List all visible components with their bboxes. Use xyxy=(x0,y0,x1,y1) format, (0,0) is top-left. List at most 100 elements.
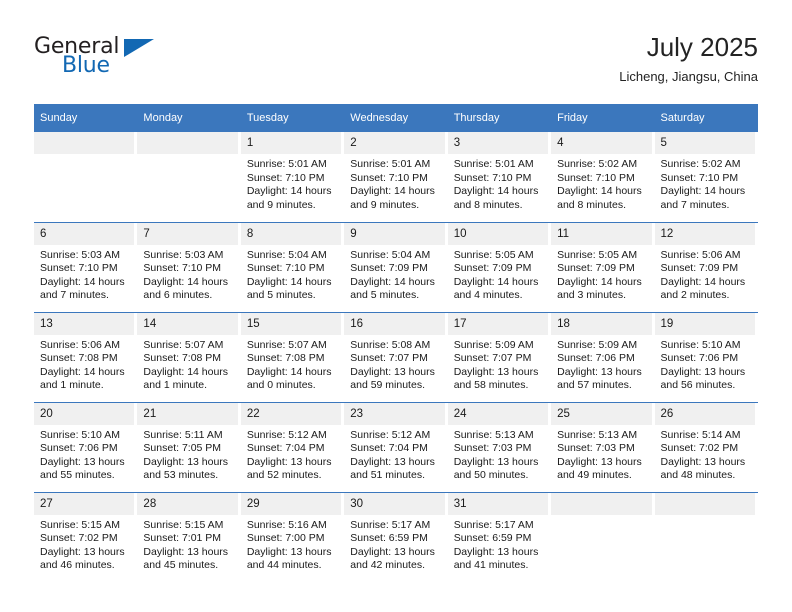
calendar-day-cell[interactable]: 19 Sunrise: 5:10 AM Sunset: 7:06 PM Dayligh… xyxy=(654,311,758,402)
calendar-day-cell[interactable]: 12 Sunrise: 5:06 AM Sunset: 7:09 PM Dayligh… xyxy=(654,221,758,312)
sunset-text: Sunset: 7:06 PM xyxy=(660,352,739,365)
calendar-day-cell[interactable]: 21 Sunrise: 5:11 AM Sunset: 7:05 PM Dayligh… xyxy=(137,401,241,492)
day-details: Sunrise: 5:15 AM Sunset: 7:02 PM Daylight:… xyxy=(34,515,137,573)
calendar-day-cell[interactable]: 28 Sunrise: 5:15 AM Sunset: 7:01 PM Dayligh… xyxy=(137,491,241,582)
calendar-day-cell[interactable]: 30 Sunrise: 5:17 AM Sunset: 6:59 PM Dayligh… xyxy=(344,491,448,582)
sunrise-text: Sunrise: 5:03 AM xyxy=(40,248,120,261)
day-details xyxy=(551,515,654,519)
sunset-text: Sunset: 6:59 PM xyxy=(453,532,532,545)
weekday-header-friday: Friday xyxy=(551,104,655,132)
sunrise-text: Sunrise: 5:04 AM xyxy=(246,248,327,261)
day-cell-inner xyxy=(654,492,758,583)
daylight-text: Daylight: 13 hours xyxy=(453,455,539,468)
day-number xyxy=(551,492,652,515)
day-details: Sunrise: 5:13 AM Sunset: 7:03 PM Daylight:… xyxy=(551,425,654,483)
calendar-day-cell[interactable]: 17 Sunrise: 5:09 AM Sunset: 7:07 PM Dayligh… xyxy=(447,311,552,402)
daylight-text: Daylight: 14 hours xyxy=(660,275,746,288)
calendar-day-cell[interactable]: 13 Sunrise: 5:06 AM Sunset: 7:08 PM Dayligh… xyxy=(34,311,138,402)
calendar-day-cell[interactable]: 27 Sunrise: 5:15 AM Sunset: 7:02 PM Dayligh… xyxy=(34,491,138,582)
calendar-day-cell[interactable]: 22 Sunrise: 5:12 AM Sunset: 7:04 PM Dayligh… xyxy=(240,401,345,492)
sunset-text: Sunset: 7:10 PM xyxy=(246,262,325,275)
day-details: Sunrise: 5:12 AM Sunset: 7:04 PM Daylight:… xyxy=(344,425,447,483)
day-cell-inner: 31 Sunrise: 5:17 AM Sunset: 6:59 PM Dayligh… xyxy=(447,492,551,583)
day-details: Sunrise: 5:01 AM Sunset: 7:10 PM Daylight:… xyxy=(241,154,344,212)
sunrise-text: Sunrise: 5:03 AM xyxy=(143,248,224,261)
sunrise-text: Sunrise: 5:08 AM xyxy=(350,338,431,351)
calendar-day-cell[interactable]: 8 Sunrise: 5:04 AM Sunset: 7:10 PM Daylight… xyxy=(240,221,345,312)
daylight-text: Daylight: 14 hours xyxy=(557,275,642,288)
calendar-day-cell[interactable]: 4 Sunrise: 5:02 AM Sunset: 7:10 PM Daylight… xyxy=(551,132,654,222)
calendar-day-cell-empty xyxy=(654,491,758,583)
sunrise-text: Sunrise: 5:14 AM xyxy=(660,428,741,441)
day-number: 14 xyxy=(137,312,238,335)
daylight-text: and 9 minutes. xyxy=(350,198,420,211)
calendar-day-cell[interactable]: 18 Sunrise: 5:09 AM Sunset: 7:06 PM Dayligh… xyxy=(551,311,655,402)
calendar-day-cell[interactable]: 1 Sunrise: 5:01 AM Sunset: 7:10 PM Daylight… xyxy=(240,132,344,222)
daylight-text: and 0 minutes. xyxy=(246,379,316,392)
daylight-text: and 4 minutes. xyxy=(453,289,523,302)
weekday-header-saturday: Saturday xyxy=(654,104,758,132)
day-number: 29 xyxy=(240,492,342,515)
calendar-day-cell[interactable]: 10 Sunrise: 5:05 AM Sunset: 7:09 PM Dayligh… xyxy=(447,221,552,312)
calendar-day-cell[interactable]: 9 Sunrise: 5:04 AM Sunset: 7:09 PM Daylight… xyxy=(344,221,448,312)
sunrise-text: Sunrise: 5:02 AM xyxy=(660,158,741,170)
sunrise-text: Sunrise: 5:02 AM xyxy=(557,158,638,170)
general-blue-logo[interactable]: General Blue xyxy=(34,34,164,86)
daylight-text: Daylight: 14 hours xyxy=(660,185,746,198)
day-cell-inner xyxy=(34,132,137,222)
daylight-text: and 49 minutes. xyxy=(557,469,632,482)
day-cell-inner: 3 Sunrise: 5:01 AM Sunset: 7:10 PM Daylight… xyxy=(447,132,551,222)
daylight-text: Daylight: 13 hours xyxy=(453,545,539,558)
calendar-day-cell[interactable]: 2 Sunrise: 5:01 AM Sunset: 7:10 PM Daylight… xyxy=(344,132,447,222)
calendar-day-cell[interactable]: 15 Sunrise: 5:07 AM Sunset: 7:08 PM Dayligh… xyxy=(240,311,345,402)
calendar-day-cell[interactable]: 3 Sunrise: 5:01 AM Sunset: 7:10 PM Daylight… xyxy=(447,132,551,222)
calendar-day-cell[interactable]: 14 Sunrise: 5:07 AM Sunset: 7:08 PM Dayligh… xyxy=(137,311,241,402)
calendar-day-cell-empty xyxy=(34,132,137,222)
day-details: Sunrise: 5:16 AM Sunset: 7:00 PM Daylight:… xyxy=(241,515,344,573)
calendar-table: Sunday Monday Tuesday Wednesday Thursday Frid… xyxy=(34,104,758,582)
sunset-text: Sunset: 7:03 PM xyxy=(557,442,635,455)
daylight-text: Daylight: 14 hours xyxy=(453,275,539,288)
calendar-day-cell[interactable]: 20 Sunrise: 5:10 AM Sunset: 7:06 PM Dayligh… xyxy=(34,401,138,492)
day-details: Sunrise: 5:11 AM Sunset: 7:05 PM Daylight:… xyxy=(137,425,240,483)
sunset-text: Sunset: 7:06 PM xyxy=(557,352,635,365)
calendar-day-cell[interactable]: 16 Sunrise: 5:08 AM Sunset: 7:07 PM Dayligh… xyxy=(344,311,448,402)
sunset-text: Sunset: 7:10 PM xyxy=(246,171,325,184)
daylight-text: Daylight: 13 hours xyxy=(557,455,642,468)
calendar-day-cell[interactable]: 24 Sunrise: 5:13 AM Sunset: 7:03 PM Dayligh… xyxy=(447,401,552,492)
calendar-day-cell[interactable]: 6 Sunrise: 5:03 AM Sunset: 7:10 PM Daylight… xyxy=(34,221,138,312)
day-cell-inner: 15 Sunrise: 5:07 AM Sunset: 7:08 PM Dayligh… xyxy=(240,312,344,402)
calendar-day-cell[interactable]: 5 Sunrise: 5:02 AM Sunset: 7:10 PM Daylight… xyxy=(654,132,758,222)
calendar-day-cell[interactable]: 23 Sunrise: 5:12 AM Sunset: 7:04 PM Dayligh… xyxy=(344,401,448,492)
daylight-text: and 53 minutes. xyxy=(143,469,219,482)
calendar-day-cell[interactable]: 31 Sunrise: 5:17 AM Sunset: 6:59 PM Dayligh… xyxy=(447,491,552,583)
sunrise-text: Sunrise: 5:12 AM xyxy=(350,428,431,441)
sunset-text: Sunset: 7:01 PM xyxy=(143,532,222,545)
sunrise-text: Sunrise: 5:01 AM xyxy=(246,158,327,170)
sunset-text: Sunset: 7:10 PM xyxy=(143,262,222,275)
daylight-text: and 46 minutes. xyxy=(40,559,115,572)
sunset-text: Sunset: 7:02 PM xyxy=(660,442,739,455)
calendar-day-cell[interactable]: 11 Sunrise: 5:05 AM Sunset: 7:09 PM Dayligh… xyxy=(551,221,655,312)
day-details: Sunrise: 5:04 AM Sunset: 7:09 PM Daylight:… xyxy=(344,245,447,303)
calendar-day-cell[interactable]: 25 Sunrise: 5:13 AM Sunset: 7:03 PM Dayligh… xyxy=(551,401,655,492)
calendar-day-cell[interactable]: 7 Sunrise: 5:03 AM Sunset: 7:10 PM Daylight… xyxy=(137,221,241,312)
sunset-text: Sunset: 7:00 PM xyxy=(246,532,325,545)
sunset-text: Sunset: 7:09 PM xyxy=(557,262,635,275)
daylight-text: Daylight: 14 hours xyxy=(40,365,125,378)
day-cell-inner: 24 Sunrise: 5:13 AM Sunset: 7:03 PM Dayligh… xyxy=(447,402,551,492)
calendar-day-cell[interactable]: 29 Sunrise: 5:16 AM Sunset: 7:00 PM Dayligh… xyxy=(240,491,345,582)
calendar-header-row: Sunday Monday Tuesday Wednesday Thursday Frid… xyxy=(34,104,758,132)
sunset-text: Sunset: 7:10 PM xyxy=(660,171,739,184)
daylight-text: and 8 minutes. xyxy=(557,198,626,211)
sunrise-text: Sunrise: 5:10 AM xyxy=(40,428,120,441)
day-details xyxy=(34,154,137,158)
daylight-text: Daylight: 13 hours xyxy=(246,455,332,468)
day-number: 1 xyxy=(240,132,342,154)
daylight-text: and 5 minutes. xyxy=(350,289,420,302)
sunset-text: Sunset: 7:10 PM xyxy=(453,171,532,184)
day-cell-inner: 10 Sunrise: 5:05 AM Sunset: 7:09 PM Dayligh… xyxy=(447,222,551,312)
day-cell-inner: 25 Sunrise: 5:13 AM Sunset: 7:03 PM Dayligh… xyxy=(551,402,654,492)
weekday-header-thursday: Thursday xyxy=(447,104,552,132)
calendar-day-cell[interactable]: 26 Sunrise: 5:14 AM Sunset: 7:02 PM Dayligh… xyxy=(654,401,758,492)
